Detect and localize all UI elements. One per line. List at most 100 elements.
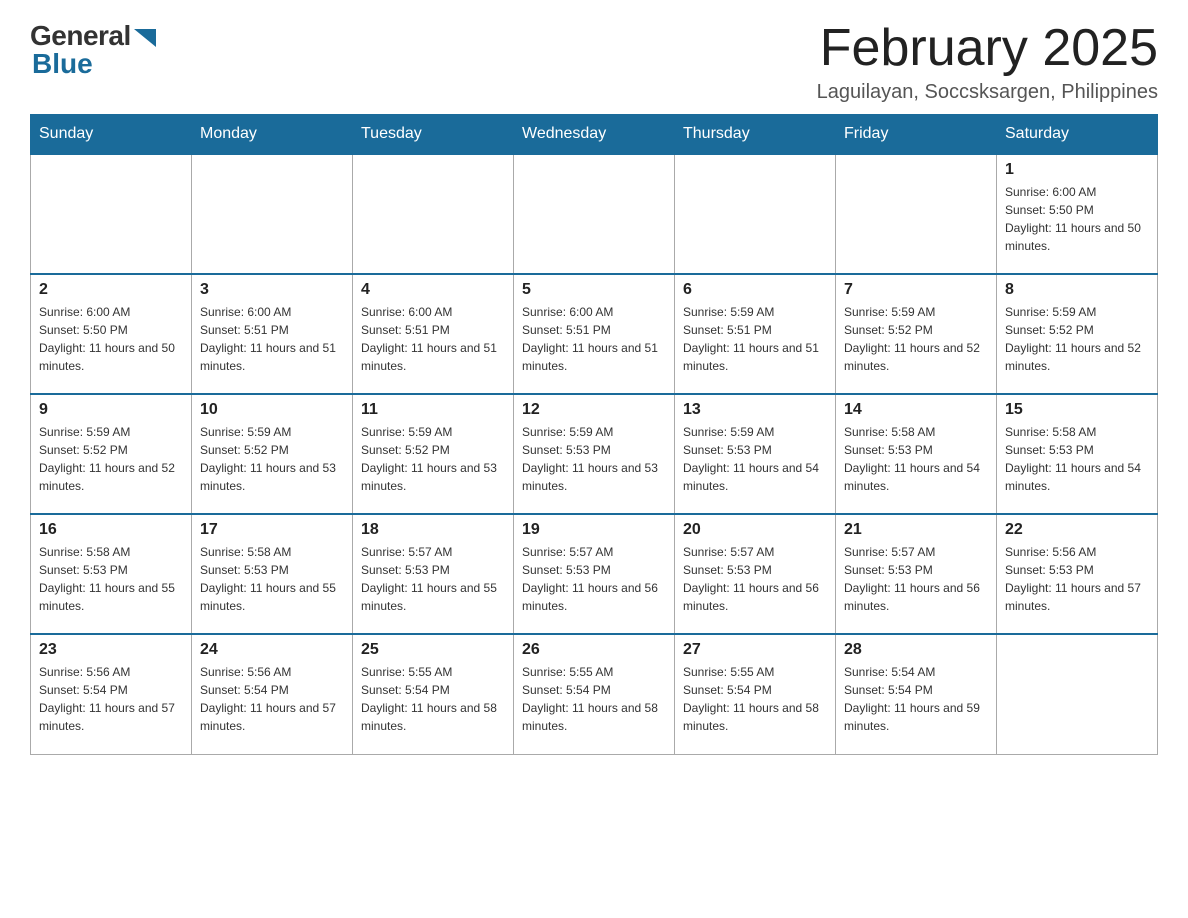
day-info: Sunrise: 5:54 AMSunset: 5:54 PMDaylight:…: [844, 663, 988, 735]
calendar-cell: [997, 634, 1158, 754]
day-number: 22: [1005, 521, 1149, 539]
calendar-cell: 5 Sunrise: 6:00 AMSunset: 5:51 PMDaylight…: [514, 274, 675, 394]
calendar-header-monday: Monday: [192, 115, 353, 155]
day-info: Sunrise: 5:58 AMSunset: 5:53 PMDaylight:…: [200, 543, 344, 615]
day-number: 17: [200, 521, 344, 539]
day-info: Sunrise: 5:58 AMSunset: 5:53 PMDaylight:…: [39, 543, 183, 615]
day-info: Sunrise: 6:00 AMSunset: 5:50 PMDaylight:…: [39, 303, 183, 375]
calendar-week-row: 1 Sunrise: 6:00 AMSunset: 5:50 PMDaylight…: [31, 154, 1158, 274]
calendar-cell: 3Sunrise: 6:00 AMSunset: 5:51 PMDaylight…: [192, 274, 353, 394]
day-number: 10: [200, 401, 344, 419]
day-number: 1: [1005, 161, 1149, 179]
calendar-week-row: 23 Sunrise: 5:56 AMSunset: 5:54 PMDayligh…: [31, 634, 1158, 754]
logo-arrow-icon: [134, 29, 156, 47]
day-info: Sunrise: 5:59 AMSunset: 5:52 PMDaylight:…: [200, 423, 344, 495]
logo: General Blue: [30, 20, 156, 80]
day-number: 9: [39, 401, 183, 419]
calendar-cell: [675, 154, 836, 274]
calendar-cell: 25 Sunrise: 5:55 AMSunset: 5:54 PMDayligh…: [353, 634, 514, 754]
logo-blue-text: Blue: [32, 48, 156, 80]
day-number: 2: [39, 281, 183, 299]
day-info: Sunrise: 6:00 AMSunset: 5:51 PMDaylight:…: [522, 303, 666, 375]
day-info: Sunrise: 5:57 AMSunset: 5:53 PMDaylight:…: [683, 543, 827, 615]
calendar-cell: 24Sunrise: 5:56 AMSunset: 5:54 PMDayligh…: [192, 634, 353, 754]
day-info: Sunrise: 5:56 AMSunset: 5:54 PMDaylight:…: [200, 663, 344, 735]
calendar-table: SundayMondayTuesdayWednesdayThursdayFrid…: [30, 114, 1158, 755]
day-number: 18: [361, 521, 505, 539]
calendar-cell: 8 Sunrise: 5:59 AMSunset: 5:52 PMDaylight…: [997, 274, 1158, 394]
calendar-header-wednesday: Wednesday: [514, 115, 675, 155]
calendar-week-row: 9 Sunrise: 5:59 AMSunset: 5:52 PMDaylight…: [31, 394, 1158, 514]
calendar-cell: 27 Sunrise: 5:55 AMSunset: 5:54 PMDayligh…: [675, 634, 836, 754]
calendar-cell: 13 Sunrise: 5:59 AMSunset: 5:53 PMDayligh…: [675, 394, 836, 514]
calendar-week-row: 2 Sunrise: 6:00 AMSunset: 5:50 PMDaylight…: [31, 274, 1158, 394]
calendar-cell: 26 Sunrise: 5:55 AMSunset: 5:54 PMDayligh…: [514, 634, 675, 754]
title-section: February 2025 Laguilayan, Soccsksargen, …: [817, 20, 1158, 104]
day-info: Sunrise: 5:59 AMSunset: 5:53 PMDaylight:…: [522, 423, 666, 495]
day-number: 23: [39, 641, 183, 659]
day-number: 25: [361, 641, 505, 659]
day-info: Sunrise: 5:58 AMSunset: 5:53 PMDaylight:…: [1005, 423, 1149, 495]
day-number: 15: [1005, 401, 1149, 419]
day-number: 4: [361, 281, 505, 299]
calendar-cell: 2 Sunrise: 6:00 AMSunset: 5:50 PMDaylight…: [31, 274, 192, 394]
calendar-cell: 21 Sunrise: 5:57 AMSunset: 5:53 PMDayligh…: [836, 514, 997, 634]
day-number: 12: [522, 401, 666, 419]
calendar-cell: 20 Sunrise: 5:57 AMSunset: 5:53 PMDayligh…: [675, 514, 836, 634]
day-number: 21: [844, 521, 988, 539]
day-info: Sunrise: 5:59 AMSunset: 5:53 PMDaylight:…: [683, 423, 827, 495]
calendar-cell: 11Sunrise: 5:59 AMSunset: 5:52 PMDayligh…: [353, 394, 514, 514]
day-info: Sunrise: 5:55 AMSunset: 5:54 PMDaylight:…: [522, 663, 666, 735]
calendar-cell: 28 Sunrise: 5:54 AMSunset: 5:54 PMDayligh…: [836, 634, 997, 754]
calendar-cell: 19 Sunrise: 5:57 AMSunset: 5:53 PMDayligh…: [514, 514, 675, 634]
calendar-cell: 6 Sunrise: 5:59 AMSunset: 5:51 PMDaylight…: [675, 274, 836, 394]
calendar-header-friday: Friday: [836, 115, 997, 155]
location-text: Laguilayan, Soccsksargen, Philippines: [817, 81, 1158, 104]
day-info: Sunrise: 6:00 AMSunset: 5:51 PMDaylight:…: [361, 303, 505, 375]
day-info: Sunrise: 5:59 AMSunset: 5:52 PMDaylight:…: [39, 423, 183, 495]
calendar-cell: 10 Sunrise: 5:59 AMSunset: 5:52 PMDayligh…: [192, 394, 353, 514]
day-number: 8: [1005, 281, 1149, 299]
month-year-title: February 2025: [817, 20, 1158, 77]
day-number: 19: [522, 521, 666, 539]
calendar-header-sunday: Sunday: [31, 115, 192, 155]
day-number: 6: [683, 281, 827, 299]
day-number: 3: [200, 281, 344, 299]
calendar-cell: 23 Sunrise: 5:56 AMSunset: 5:54 PMDayligh…: [31, 634, 192, 754]
day-number: 16: [39, 521, 183, 539]
calendar-cell: 16 Sunrise: 5:58 AMSunset: 5:53 PMDayligh…: [31, 514, 192, 634]
day-info: Sunrise: 5:55 AMSunset: 5:54 PMDaylight:…: [683, 663, 827, 735]
day-number: 11: [361, 401, 505, 419]
day-info: Sunrise: 5:55 AMSunset: 5:54 PMDaylight:…: [361, 663, 505, 735]
day-info: Sunrise: 5:59 AMSunset: 5:52 PMDaylight:…: [1005, 303, 1149, 375]
calendar-header-tuesday: Tuesday: [353, 115, 514, 155]
calendar-cell: [192, 154, 353, 274]
calendar-cell: [514, 154, 675, 274]
day-number: 26: [522, 641, 666, 659]
day-number: 14: [844, 401, 988, 419]
day-info: Sunrise: 5:59 AMSunset: 5:51 PMDaylight:…: [683, 303, 827, 375]
day-number: 20: [683, 521, 827, 539]
day-info: Sunrise: 5:57 AMSunset: 5:53 PMDaylight:…: [522, 543, 666, 615]
day-info: Sunrise: 6:00 AMSunset: 5:50 PMDaylight:…: [1005, 183, 1149, 255]
day-info: Sunrise: 5:56 AMSunset: 5:53 PMDaylight:…: [1005, 543, 1149, 615]
calendar-cell: 14 Sunrise: 5:58 AMSunset: 5:53 PMDayligh…: [836, 394, 997, 514]
day-info: Sunrise: 5:56 AMSunset: 5:54 PMDaylight:…: [39, 663, 183, 735]
day-number: 13: [683, 401, 827, 419]
calendar-week-row: 16 Sunrise: 5:58 AMSunset: 5:53 PMDayligh…: [31, 514, 1158, 634]
calendar-cell: 12 Sunrise: 5:59 AMSunset: 5:53 PMDayligh…: [514, 394, 675, 514]
day-number: 5: [522, 281, 666, 299]
day-info: Sunrise: 5:57 AMSunset: 5:53 PMDaylight:…: [844, 543, 988, 615]
day-number: 27: [683, 641, 827, 659]
calendar-cell: 15 Sunrise: 5:58 AMSunset: 5:53 PMDayligh…: [997, 394, 1158, 514]
calendar-cell: 9 Sunrise: 5:59 AMSunset: 5:52 PMDaylight…: [31, 394, 192, 514]
day-info: Sunrise: 5:57 AMSunset: 5:53 PMDaylight:…: [361, 543, 505, 615]
calendar-cell: 7 Sunrise: 5:59 AMSunset: 5:52 PMDaylight…: [836, 274, 997, 394]
calendar-cell: 17 Sunrise: 5:58 AMSunset: 5:53 PMDayligh…: [192, 514, 353, 634]
day-number: 28: [844, 641, 988, 659]
calendar-cell: 4 Sunrise: 6:00 AMSunset: 5:51 PMDaylight…: [353, 274, 514, 394]
day-info: Sunrise: 5:58 AMSunset: 5:53 PMDaylight:…: [844, 423, 988, 495]
day-number: 7: [844, 281, 988, 299]
calendar-cell: 18 Sunrise: 5:57 AMSunset: 5:53 PMDayligh…: [353, 514, 514, 634]
day-info: Sunrise: 5:59 AMSunset: 5:52 PMDaylight:…: [844, 303, 988, 375]
